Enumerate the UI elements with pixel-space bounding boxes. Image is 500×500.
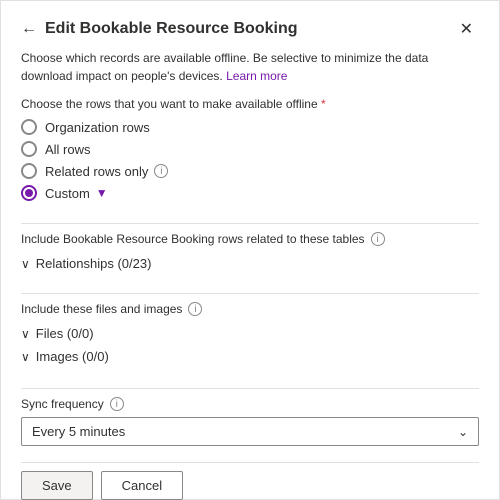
rows-section-label: Choose the rows that you want to make av… [21, 97, 479, 111]
sync-dropdown-wrapper: Every 5 minutes Every 15 minutes Every 3… [21, 417, 479, 446]
include-related-info-icon[interactable]: i [371, 232, 385, 246]
radio-org-input[interactable] [21, 119, 37, 135]
radio-all[interactable]: All rows [21, 141, 479, 157]
images-label: Images (0/0) [36, 349, 109, 364]
images-row[interactable]: ∨ Images (0/0) [21, 345, 479, 368]
radio-all-label: All rows [45, 142, 91, 157]
radio-related-label: Related rows only i [45, 164, 168, 179]
cancel-button[interactable]: Cancel [101, 471, 183, 500]
radio-related[interactable]: Related rows only i [21, 163, 479, 179]
divider-1 [21, 223, 479, 224]
files-row[interactable]: ∨ Files (0/0) [21, 322, 479, 345]
files-chevron: ∨ [21, 327, 30, 341]
radio-custom-label: Custom ▼ [45, 186, 108, 201]
filter-icon: ▼ [96, 186, 108, 200]
sync-section: Sync frequency i Every 5 minutes Every 1… [21, 397, 479, 446]
include-files-section: Include these files and images i ∨ Files… [21, 302, 479, 368]
modal-container: ← Edit Bookable Resource Booking ✕ Choos… [0, 0, 500, 500]
sync-dropdown[interactable]: Every 5 minutes Every 15 minutes Every 3… [22, 418, 478, 445]
learn-more-link[interactable]: Learn more [226, 69, 287, 83]
related-info-icon[interactable]: i [154, 164, 168, 178]
close-button[interactable]: ✕ [454, 17, 479, 41]
divider-3 [21, 388, 479, 389]
files-label: Files (0/0) [36, 326, 94, 341]
required-marker: * [321, 97, 326, 111]
modal-header: ← Edit Bookable Resource Booking ✕ [21, 17, 479, 41]
radio-all-input[interactable] [21, 141, 37, 157]
back-button[interactable]: ← [21, 20, 37, 38]
modal-title: Edit Bookable Resource Booking [45, 20, 297, 38]
radio-group: Organization rows All rows Related rows … [21, 119, 479, 201]
include-files-info-icon[interactable]: i [188, 302, 202, 316]
radio-custom-input[interactable] [21, 185, 37, 201]
modal-subtitle: Choose which records are available offli… [21, 49, 479, 85]
include-files-label: Include these files and images i [21, 302, 479, 316]
relationships-chevron: ∨ [21, 257, 30, 271]
radio-custom[interactable]: Custom ▼ [21, 185, 479, 201]
modal-footer: Save Cancel [21, 462, 479, 500]
images-chevron: ∨ [21, 350, 30, 364]
relationships-label: Relationships (0/23) [36, 256, 152, 271]
save-button[interactable]: Save [21, 471, 93, 500]
include-related-section: Include Bookable Resource Booking rows r… [21, 232, 479, 275]
relationships-row[interactable]: ∨ Relationships (0/23) [21, 252, 479, 275]
include-related-label: Include Bookable Resource Booking rows r… [21, 232, 479, 246]
radio-org[interactable]: Organization rows [21, 119, 479, 135]
header-left: ← Edit Bookable Resource Booking [21, 20, 297, 38]
divider-2 [21, 293, 479, 294]
radio-related-input[interactable] [21, 163, 37, 179]
radio-org-label: Organization rows [45, 120, 150, 135]
sync-info-icon[interactable]: i [110, 397, 124, 411]
sync-label: Sync frequency i [21, 397, 479, 411]
subtitle-text: Choose which records are available offli… [21, 51, 428, 83]
